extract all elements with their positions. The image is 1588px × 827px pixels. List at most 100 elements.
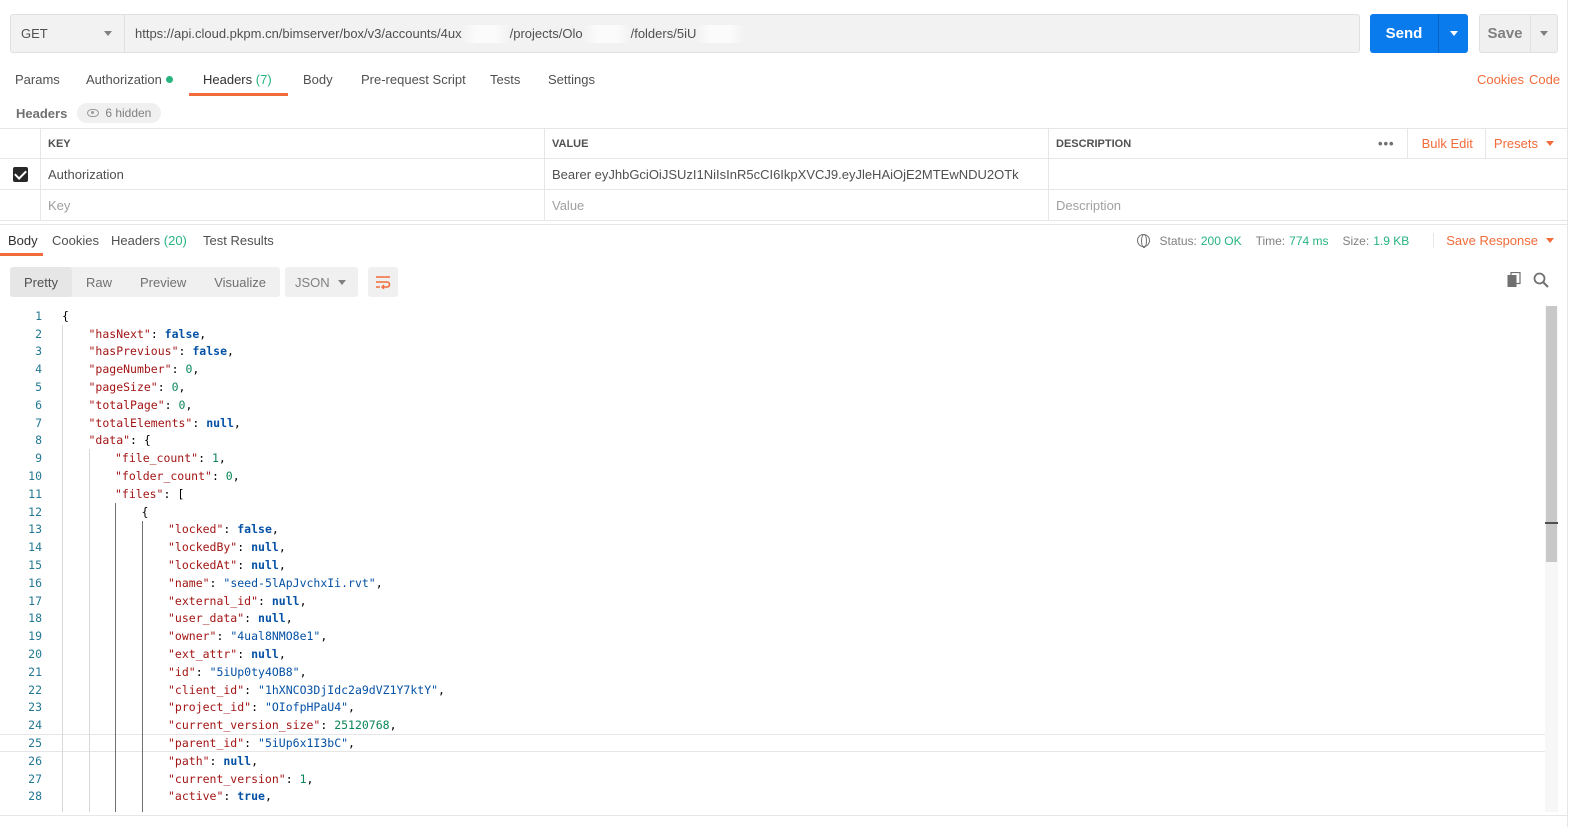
time-value[interactable]: 774 ms bbox=[1289, 234, 1328, 248]
code-line: 9 "file_count": 1, bbox=[0, 449, 1545, 467]
column-header-value: VALUE bbox=[544, 129, 1048, 158]
chevron-down-icon bbox=[338, 279, 346, 285]
line-number: 11 bbox=[28, 486, 42, 501]
tab-settings[interactable]: Settings bbox=[548, 72, 595, 87]
globe-icon[interactable] bbox=[1136, 234, 1150, 248]
more-options-button[interactable]: ••• bbox=[1378, 129, 1408, 158]
save-dropdown-button[interactable] bbox=[1530, 15, 1557, 52]
line-number: 12 bbox=[28, 504, 42, 519]
code-text: "hasNext": false, bbox=[88, 326, 207, 341]
view-mode-visualize[interactable]: Visualize bbox=[200, 267, 280, 297]
response-tab-headers[interactable]: Headers (20) bbox=[111, 233, 187, 248]
redacted-block bbox=[461, 24, 510, 43]
code-text: "totalPage": 0, bbox=[88, 397, 193, 412]
caret-down-icon bbox=[1546, 141, 1554, 146]
wrap-lines-icon bbox=[376, 276, 391, 289]
code-text: "locked": false, bbox=[168, 522, 279, 537]
new-description-input[interactable]: Description bbox=[1048, 190, 1568, 220]
header-description-field[interactable] bbox=[1048, 159, 1568, 189]
presets-dropdown[interactable]: Presets bbox=[1494, 136, 1554, 151]
response-tab-test-results[interactable]: Test Results bbox=[203, 233, 274, 248]
code-line: 4 "pageNumber": 0, bbox=[0, 360, 1545, 378]
code-line: 14 "lockedBy": null, bbox=[0, 538, 1545, 556]
code-text: "totalElements": null, bbox=[88, 415, 241, 430]
indent-guide bbox=[115, 502, 116, 812]
line-number: 4 bbox=[35, 362, 42, 377]
send-dropdown-button[interactable] bbox=[1438, 14, 1468, 53]
cookies-link[interactable]: Cookies bbox=[1477, 72, 1524, 87]
code-text: "current_version_size": 25120768, bbox=[168, 718, 397, 733]
new-key-input[interactable]: Key bbox=[40, 190, 544, 220]
response-tabs: Body Cookies Headers (20) Test Results S… bbox=[0, 226, 1568, 258]
code-link[interactable]: Code bbox=[1529, 72, 1560, 87]
code-line: 28 "active": true, bbox=[0, 788, 1545, 806]
code-text: "pageNumber": 0, bbox=[88, 362, 200, 377]
header-checkbox-col bbox=[0, 129, 40, 158]
caret-down-icon bbox=[1449, 31, 1458, 36]
response-body-editor[interactable]: 1{2 "hasNext": false, 3 "hasPrevious": fals… bbox=[0, 306, 1558, 812]
view-mode-pretty[interactable]: Pretty bbox=[10, 267, 72, 297]
tab-tests[interactable]: Tests bbox=[490, 72, 520, 87]
view-mode-raw[interactable]: Raw bbox=[72, 267, 126, 297]
code-line: 25 "parent_id": "5iUp6x1I3bC", bbox=[0, 734, 1545, 752]
row-checkbox[interactable] bbox=[12, 166, 28, 182]
new-value-input[interactable]: Value bbox=[544, 190, 1048, 220]
size-label: Size: bbox=[1342, 233, 1370, 248]
line-number: 8 bbox=[35, 433, 42, 448]
response-tab-body[interactable]: Body bbox=[8, 233, 38, 248]
code-line: 13 "locked": false, bbox=[0, 521, 1545, 539]
code-text: "user_data": null, bbox=[168, 611, 293, 626]
url-input[interactable]: https://api.cloud.pkpm.cn/bimserver/box/… bbox=[125, 15, 1359, 52]
size-value[interactable]: 1.9 KB bbox=[1373, 234, 1409, 248]
line-number: 7 bbox=[35, 415, 42, 430]
bulk-edit-button[interactable]: Bulk Edit bbox=[1422, 129, 1486, 158]
tab-params[interactable]: Params bbox=[15, 72, 60, 87]
status-value[interactable]: 200 OK bbox=[1201, 234, 1242, 248]
indent-guide bbox=[141, 520, 143, 812]
search-icon[interactable] bbox=[1533, 272, 1549, 288]
response-tab-cookies[interactable]: Cookies bbox=[52, 233, 99, 248]
code-line: 15 "lockedAt": null, bbox=[0, 556, 1545, 574]
line-number: 26 bbox=[28, 753, 42, 768]
line-number: 15 bbox=[28, 558, 42, 573]
wrap-lines-button[interactable] bbox=[368, 267, 398, 297]
code-line: 18 "user_data": null, bbox=[0, 610, 1545, 628]
scrollbar-marker bbox=[1545, 522, 1558, 524]
hidden-headers-toggle[interactable]: 6 hidden bbox=[77, 103, 162, 123]
line-number: 22 bbox=[28, 682, 42, 697]
table-row: Authorization Bearer eyJhbGciOiJSUzI1NiI… bbox=[0, 159, 1568, 190]
code-text: "files": [ bbox=[115, 486, 185, 501]
save-response-label: Save Response bbox=[1446, 233, 1538, 248]
code-text: "owner": "4ual8NMO8e1", bbox=[168, 629, 328, 644]
tab-authorization[interactable]: Authorization bbox=[86, 72, 173, 87]
code-line: 8 "data": { bbox=[0, 432, 1545, 450]
code-text: "name": "seed-5lApJvchxIi.rvt", bbox=[168, 575, 383, 590]
response-divider bbox=[0, 224, 1568, 225]
time-label: Time: bbox=[1255, 233, 1286, 248]
tab-body[interactable]: Body bbox=[303, 72, 333, 87]
headers-section-label: Headers bbox=[16, 105, 68, 121]
code-text: "lockedBy": null, bbox=[168, 540, 286, 555]
code-text: "client_id": "1hXNCO3DjIdc2a9dVZ1Y7ktY", bbox=[168, 682, 445, 697]
hidden-count: 6 hidden bbox=[105, 106, 152, 120]
method-select[interactable]: GET bbox=[11, 15, 125, 52]
redacted-block bbox=[582, 24, 631, 43]
code-text: "hasPrevious": false, bbox=[88, 344, 234, 359]
header-value-field[interactable]: Bearer eyJhbGciOiJSUzI1NiIsInR5cCI6IkpXV… bbox=[544, 159, 1048, 189]
url-part-2: /projects/Olo bbox=[509, 26, 583, 41]
tab-headers[interactable]: Headers (7) bbox=[203, 72, 272, 87]
code-line: 17 "external_id": null, bbox=[0, 592, 1545, 610]
code-text: { bbox=[141, 504, 149, 519]
code-text: "file_count": 1, bbox=[115, 451, 226, 466]
view-mode-preview[interactable]: Preview bbox=[126, 267, 200, 297]
tab-label: Pre-request Script bbox=[361, 72, 466, 87]
tab-pre-request-script[interactable]: Pre-request Script bbox=[361, 72, 466, 87]
save-button[interactable]: Save bbox=[1480, 15, 1530, 52]
tab-label: Params bbox=[15, 72, 60, 87]
format-select[interactable]: JSON bbox=[285, 267, 358, 297]
send-button[interactable]: Send bbox=[1370, 14, 1438, 53]
save-response-dropdown[interactable]: Save Response bbox=[1433, 233, 1554, 248]
code-text: "path": null, bbox=[168, 753, 259, 768]
copy-icon[interactable] bbox=[1507, 272, 1521, 288]
header-key-field[interactable]: Authorization bbox=[40, 159, 544, 189]
